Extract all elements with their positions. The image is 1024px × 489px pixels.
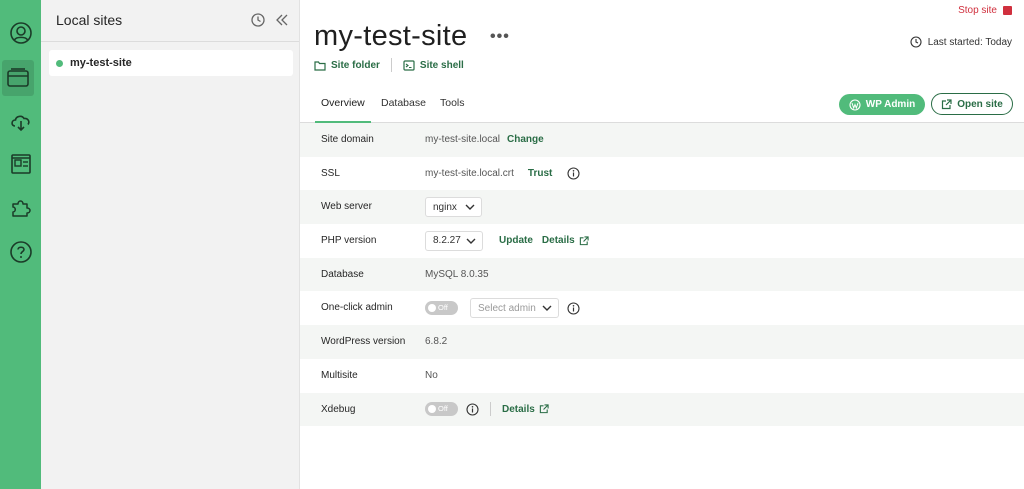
open-site-button[interactable]: Open site — [931, 93, 1013, 115]
tab-tools[interactable]: Tools — [440, 97, 465, 123]
tab-overview[interactable]: Overview — [315, 97, 371, 123]
cloud-icon — [10, 115, 30, 132]
site-shell-label: Site shell — [419, 59, 464, 71]
user-icon — [9, 22, 32, 44]
site-shell-link[interactable]: Site shell — [403, 60, 464, 71]
external-link-icon — [579, 236, 589, 246]
tab-database[interactable]: Database — [381, 97, 426, 123]
clock-icon — [910, 36, 922, 48]
toggle-state: Off — [438, 404, 448, 414]
site-links: Site folder Site shell — [314, 58, 464, 72]
nav-addons[interactable] — [0, 189, 41, 225]
xdebug-label: Xdebug — [321, 403, 356, 415]
history-icon[interactable] — [250, 12, 266, 28]
wp-admin-label: WP Admin — [865, 99, 916, 110]
external-link-icon — [942, 98, 952, 109]
info-icon[interactable] — [567, 167, 580, 180]
external-link-icon — [539, 404, 549, 414]
nav-help[interactable] — [0, 234, 41, 270]
site-item-my-test-site[interactable]: my-test-site — [49, 50, 293, 76]
php-version-value: 8.2.27 — [433, 235, 461, 247]
row-xdebug: Xdebug Off Details — [300, 392, 1024, 427]
terminal-icon — [403, 59, 415, 71]
collapse-icon[interactable] — [274, 12, 290, 28]
web-server-label: Web server — [321, 201, 372, 213]
change-domain-link[interactable]: Change — [507, 134, 544, 145]
xdebug-toggle[interactable]: Off — [425, 402, 458, 417]
nav-cloud[interactable] — [0, 103, 41, 139]
wordpress-icon — [849, 98, 861, 111]
addons-icon — [11, 200, 31, 217]
php-version-label: PHP version — [321, 235, 377, 247]
php-version-select[interactable]: 8.2.27 — [425, 230, 483, 251]
nav-local-sites[interactable] — [2, 60, 34, 96]
xdebug-details-label: Details — [502, 403, 535, 415]
chevron-down-icon — [466, 238, 476, 244]
more-options-button[interactable]: ••• — [490, 28, 510, 46]
ssl-label: SSL — [321, 167, 340, 179]
web-server-select[interactable]: nginx — [425, 197, 482, 218]
sites-icon — [7, 68, 29, 87]
row-php-version: PHP version 8.2.27 Update Details — [300, 224, 1024, 258]
last-started-text: Last started: Today — [927, 36, 1012, 48]
last-started: Last started: Today — [910, 36, 1012, 48]
folder-icon — [314, 60, 326, 71]
stop-site-button[interactable]: Stop site — [958, 5, 1012, 16]
row-web-server: Web server nginx — [300, 190, 1024, 225]
chevron-down-icon — [542, 305, 552, 312]
row-ssl: SSL my-test-site.local.crt Trust — [300, 157, 1024, 191]
site-settings-table: Site domain my-test-site.local Change SS… — [300, 123, 1024, 427]
php-update-link[interactable]: Update — [499, 235, 533, 246]
xdebug-divider — [490, 402, 491, 417]
php-details-link[interactable]: Details — [542, 235, 589, 246]
page-title: my-test-site — [314, 20, 468, 52]
one-click-admin-toggle[interactable]: Off — [425, 301, 458, 316]
one-click-admin-label: One-click admin — [321, 302, 393, 314]
stop-icon — [1003, 6, 1012, 15]
admin-user-select[interactable]: Select admin — [470, 298, 559, 319]
stop-site-label: Stop site — [958, 5, 997, 16]
site-folder-link[interactable]: Site folder — [314, 60, 380, 71]
site-folder-label: Site folder — [331, 59, 380, 71]
info-icon[interactable] — [567, 302, 580, 315]
ssl-value: my-test-site.local.crt — [425, 168, 514, 180]
local-sites-panel: Local sites my-test-site — [41, 0, 300, 489]
nav-account[interactable] — [0, 15, 41, 51]
open-site-label: Open site — [957, 98, 1003, 110]
toggle-state: Off — [438, 303, 448, 313]
local-sites-title: Local sites — [56, 12, 123, 28]
database-label: Database — [321, 268, 364, 280]
multisite-value: No — [425, 370, 438, 382]
web-server-value: nginx — [433, 201, 457, 213]
row-one-click-admin: One-click admin Off Select admin — [300, 291, 1024, 325]
wordpress-version-value: 6.8.2 — [425, 336, 448, 348]
site-domain-value: my-test-site.local — [425, 134, 501, 146]
toggle-knob — [428, 405, 436, 414]
chevron-down-icon — [465, 204, 475, 211]
info-icon[interactable] — [466, 403, 479, 416]
multisite-label: Multisite — [321, 369, 358, 381]
trust-ssl-link[interactable]: Trust — [528, 168, 552, 179]
row-wordpress-version: WordPress version 6.8.2 — [300, 325, 1024, 359]
row-site-domain: Site domain my-test-site.local Change — [300, 123, 1024, 157]
help-icon — [9, 241, 32, 263]
blueprints-icon — [10, 154, 31, 174]
local-sites-header: Local sites — [41, 0, 299, 42]
links-divider — [390, 58, 392, 72]
xdebug-details-link[interactable]: Details — [502, 404, 549, 415]
site-status-dot — [56, 60, 63, 67]
site-domain-label: Site domain — [321, 134, 374, 145]
admin-user-placeholder: Select admin — [478, 302, 536, 314]
wp-admin-button[interactable]: WP Admin — [839, 94, 925, 115]
toggle-knob — [428, 304, 436, 313]
row-database: Database MySQL 8.0.35 — [300, 257, 1024, 292]
row-multisite: Multisite No — [300, 359, 1024, 393]
php-details-label: Details — [541, 235, 575, 247]
wordpress-version-label: WordPress version — [321, 336, 406, 348]
nav-blueprints[interactable] — [0, 146, 41, 182]
app-nav-rail — [0, 0, 41, 489]
database-value: MySQL 8.0.35 — [425, 269, 489, 281]
site-item-label: my-test-site — [70, 57, 132, 69]
site-overview: my-test-site ••• Stop site Last started:… — [300, 0, 1024, 489]
